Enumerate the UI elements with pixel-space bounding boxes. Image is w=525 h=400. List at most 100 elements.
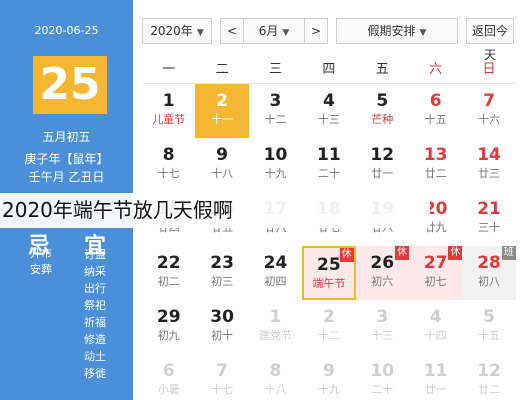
calendar-day-cell[interactable]: 24 初四 <box>249 246 302 300</box>
day-number: 9 <box>216 145 228 165</box>
ji-item: 开市 <box>30 247 52 260</box>
day-number: 4 <box>429 307 442 327</box>
day-number: 24 <box>263 253 288 273</box>
day-number: 8 <box>162 145 175 165</box>
calendar-day-cell[interactable]: 4 十三 <box>302 84 355 138</box>
calendar-day-cell[interactable]: 8 十七 <box>142 138 195 192</box>
lunar-day-label: 端午节 <box>312 277 346 290</box>
calendar-day-cell[interactable]: 10 十九 <box>249 138 302 192</box>
yi-item: 祭祀 <box>84 299 106 312</box>
calendar-day-cell[interactable]: 6 小暑 <box>142 354 195 400</box>
lunar-day-label: 二十 <box>371 383 394 396</box>
prev-month-button[interactable]: < <box>220 18 244 44</box>
lunar-day-label: 十二 <box>317 329 340 342</box>
month-select[interactable]: 6月 ▼ <box>243 18 305 44</box>
weekday-label: 一 <box>162 62 176 77</box>
yi-item: 订盟 <box>84 248 106 261</box>
day-number: 8 <box>269 361 282 381</box>
calendar-day-cell[interactable]: 23 初三 <box>195 246 248 300</box>
calendar-week-row: 6 小暑 7 十七 8 十八 9 十九 10 二十 11 廿一 12 廿二 <box>142 354 516 400</box>
calendar-day-cell[interactable]: 22 初二 <box>142 246 195 300</box>
day-number: 6 <box>429 91 442 111</box>
calendar-day-cell[interactable]: 12 廿二 <box>462 354 515 400</box>
day-number: 21 <box>477 199 501 219</box>
day-number: 2 <box>216 91 228 111</box>
day-number: 2 <box>322 307 335 327</box>
calendar-day-cell[interactable]: 7 十七 <box>195 354 248 400</box>
calendar-day-cell[interactable]: 21 三十 <box>462 192 515 246</box>
yi-item: 出行 <box>84 282 106 295</box>
calendar-day-cell[interactable]: 3 十三 <box>356 300 409 354</box>
calendar-day-cell[interactable]: 27 初七休 <box>408 246 463 300</box>
lunar-day-label: 十三 <box>371 329 394 342</box>
lunar-day-label: 十七 <box>157 167 180 180</box>
chevron-down-icon: ▼ <box>282 28 290 38</box>
weekday-label: 三 <box>268 62 282 77</box>
calendar-day-cell[interactable]: 26 初六休 <box>355 246 409 300</box>
lunar-day-label: 廿二 <box>424 167 447 180</box>
yi-item: 动土 <box>84 350 106 363</box>
calendar-day-cell[interactable]: 25 端午节休 <box>302 246 356 300</box>
calendar-day-cell[interactable]: 28 初八班 <box>462 246 516 300</box>
calendar-day-cell[interactable]: 9 十九 <box>302 354 355 400</box>
calendar-day-cell[interactable]: 12 廿一 <box>356 138 409 192</box>
calendar-day-cell[interactable]: 30 初十 <box>195 300 248 354</box>
calendar-day-cell[interactable]: 2 十二 <box>302 300 355 354</box>
ji-item: 安葬 <box>30 263 52 276</box>
lunar-day-label: 二十 <box>317 167 340 180</box>
lunar-day-label: 十四 <box>424 329 447 342</box>
day-number: 10 <box>263 145 288 165</box>
holiday-select[interactable]: 假期安排 ▼ <box>336 18 458 44</box>
lunar-day-label: 初四 <box>264 275 287 288</box>
calendar-day-cell[interactable]: 9 十八 <box>195 138 248 192</box>
calendar-day-cell[interactable]: 13 廿二 <box>409 138 462 192</box>
calendar-day-cell[interactable]: 8 十八 <box>249 354 302 400</box>
calendar-week-row: 22 初二 23 初三 24 初四 25 端午节休 26 初六休 27 初七休 28 初八班 <box>142 246 516 300</box>
calendar-week-row: 29 初九 30 初十 1 建党节 2 十二 3 十三 4 十四 5 十五 <box>142 300 516 354</box>
lunar-date: 五月初五 <box>42 130 91 144</box>
calendar-day-cell[interactable]: 11 二十 <box>302 138 355 192</box>
lunar-day-label: 初七 <box>424 275 447 288</box>
calendar-day-cell[interactable]: 4 十四 <box>409 300 462 354</box>
selected-day-number: 25 <box>33 56 107 114</box>
day-number: 22 <box>156 253 181 273</box>
day-number: 9 <box>322 361 335 381</box>
lunar-day-label: 儿童节 <box>152 113 186 126</box>
day-number: 3 <box>376 307 389 327</box>
day-number: 23 <box>210 253 234 273</box>
calendar-day-cell[interactable]: 6 十五 <box>409 84 462 138</box>
day-number: 5 <box>483 307 495 327</box>
lunar-day-label: 十三 <box>317 113 340 126</box>
day-number: 29 <box>156 307 181 327</box>
ganzhi-month-day: 壬午月 乙丑日 <box>28 170 105 184</box>
day-number: 12 <box>477 361 501 381</box>
back-to-today-button[interactable]: 返回今天 <box>466 18 514 62</box>
calendar-day-cell[interactable]: 14 廿三 <box>462 138 515 192</box>
calendar-day-cell[interactable]: 1 建党节 <box>249 300 302 354</box>
calendar-day-cell[interactable]: 7 十六 <box>462 84 515 138</box>
calendar-day-cell[interactable]: 11 廿一 <box>409 354 462 400</box>
lunar-day-label: 十一 <box>211 113 234 126</box>
day-number: 1 <box>162 91 175 111</box>
lunar-day-label: 初六 <box>371 275 394 288</box>
calendar-day-cell[interactable]: 5 芒种 <box>356 84 409 138</box>
calendar-day-cell[interactable]: 29 初九 <box>142 300 195 354</box>
day-number: 13 <box>423 145 448 165</box>
lunar-day-label: 芒种 <box>371 113 394 126</box>
weekday-label: 六 <box>429 62 443 77</box>
next-month-button[interactable]: > <box>304 18 328 44</box>
calendar-day-cell[interactable]: 3 十二 <box>249 84 302 138</box>
day-number: 14 <box>477 145 501 165</box>
lunar-day-label: 廿一 <box>424 383 447 396</box>
year-select[interactable]: 2020年 ▼ <box>142 18 212 44</box>
calendar-day-cell[interactable]: 1 儿童节 <box>142 84 195 138</box>
day-number: 10 <box>370 361 395 381</box>
calendar-day-cell[interactable]: 5 十五 <box>462 300 515 354</box>
lunar-day-label: 十九 <box>264 167 287 180</box>
chevron-down-icon: ▼ <box>196 28 204 38</box>
calendar-day-cell[interactable]: 10 二十 <box>356 354 409 400</box>
calendar-day-cell[interactable]: 2 十一 <box>195 84 249 138</box>
weekday-header: 一 二 三 四 五 六 日 <box>142 56 516 84</box>
lunar-day-label: 初八 <box>478 275 501 288</box>
day-number: 3 <box>269 91 282 111</box>
